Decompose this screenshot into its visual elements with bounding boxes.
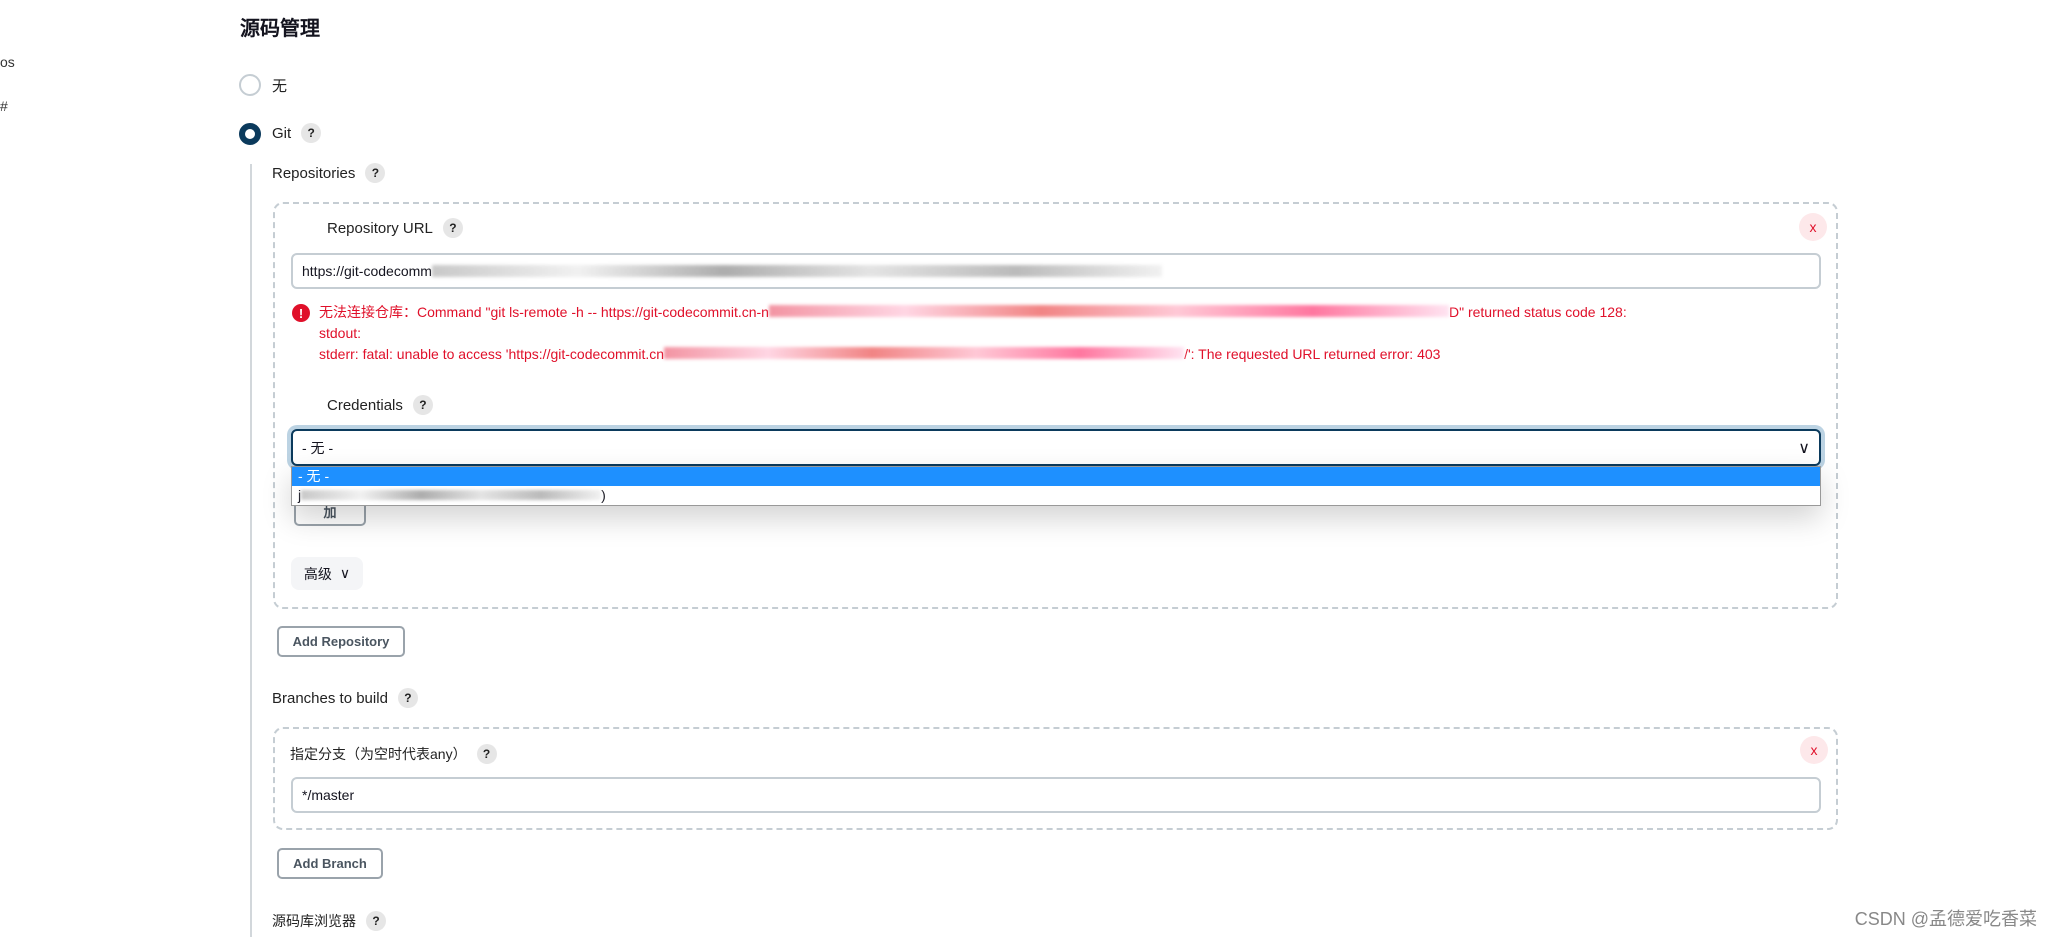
repositories-label: Repositories xyxy=(272,164,356,182)
credentials-option[interactable]: - 无 - xyxy=(292,467,1820,486)
repository-url-label: Repository URL xyxy=(327,219,433,237)
delete-branch-button[interactable]: x xyxy=(1800,736,1828,764)
branch-specifier-label: 指定分支（为空时代表any） xyxy=(290,746,467,762)
error-line: stdout: xyxy=(319,325,362,341)
help-icon[interactable]: ? xyxy=(365,163,386,183)
error-line: stderr: fatal: unable to access 'https:/… xyxy=(319,346,1441,362)
chevron-down-icon: ∨ xyxy=(1798,439,1810,457)
repository-url-input[interactable]: https://git-codecomm xyxy=(291,253,1821,289)
advanced-button[interactable]: 高级 ∨ xyxy=(291,557,363,590)
sidebar-fragment[interactable]: os xyxy=(0,54,15,70)
help-icon[interactable]: ? xyxy=(442,218,463,238)
credentials-label: Credentials xyxy=(327,396,403,414)
repository-browser-label: 源码库浏览器 xyxy=(272,913,356,929)
chevron-down-icon: ∨ xyxy=(339,565,351,581)
add-branch-button[interactable]: Add Branch xyxy=(277,848,383,879)
help-icon[interactable]: ? xyxy=(412,395,433,415)
radio-none[interactable] xyxy=(239,74,261,96)
branch-specifier-input[interactable]: */master xyxy=(291,777,1821,813)
sidebar-fragment[interactable]: # xyxy=(0,98,8,114)
help-icon[interactable]: ? xyxy=(397,688,418,708)
radio-git-label: Git xyxy=(272,124,292,142)
delete-repository-button[interactable]: x xyxy=(1799,213,1827,241)
credentials-select[interactable]: - 无 - ∨ xyxy=(291,429,1821,466)
add-repository-button[interactable]: Add Repository xyxy=(277,626,405,657)
help-icon[interactable]: ? xyxy=(366,911,386,931)
error-line: 无法连接仓库：Command "git ls-remote -h -- http… xyxy=(319,304,1627,320)
help-icon[interactable]: ? xyxy=(301,123,322,143)
branches-label: Branches to build xyxy=(272,689,388,707)
radio-git[interactable] xyxy=(239,123,261,145)
help-icon[interactable]: ? xyxy=(476,744,497,764)
credentials-dropdown: - 无 - j) xyxy=(291,466,1821,506)
section-title: 源码管理 xyxy=(240,18,320,40)
redacted-text xyxy=(431,265,1162,277)
credentials-option[interactable]: j) xyxy=(292,486,1820,505)
watermark: CSDN @孟德爱吃香菜 xyxy=(1854,909,2037,929)
radio-none-label: 无 xyxy=(272,78,288,95)
section-divider xyxy=(250,164,252,937)
error-icon: ! xyxy=(292,304,310,322)
